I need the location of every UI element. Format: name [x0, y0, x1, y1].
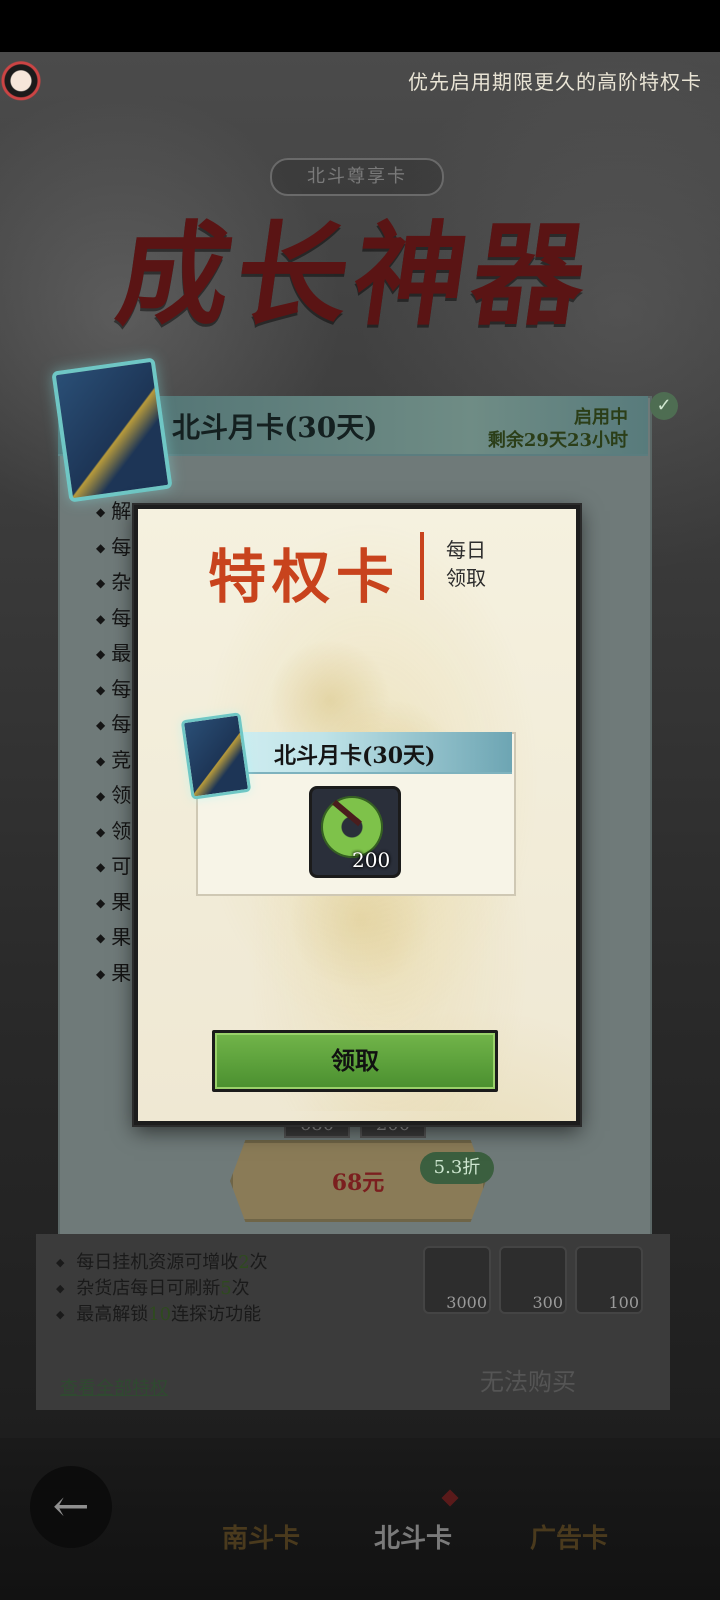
discount-badge: 5.3折	[420, 1152, 494, 1184]
perk-highlight: 5	[220, 1278, 232, 1299]
card-thumbnail	[51, 357, 173, 503]
reward-item-2[interactable]: 300	[499, 1246, 567, 1314]
claim-button[interactable]: 领取	[212, 1030, 498, 1092]
perk-item: 杂货店每日可刷新5次	[56, 1276, 268, 1302]
check-icon: ✓	[650, 392, 678, 420]
modal-subtitle: 每日领取	[446, 538, 486, 590]
cannot-buy-label: 无法购买	[480, 1368, 576, 1396]
perk-highlight: 2	[238, 1252, 250, 1273]
arrow-left-icon: ←	[52, 1481, 90, 1532]
reward-item-count: 100	[608, 1293, 639, 1312]
tab-beidou[interactable]: 北斗卡	[374, 1518, 452, 1555]
reward-item-1[interactable]: 3000	[423, 1246, 491, 1314]
avatar[interactable]	[0, 56, 42, 118]
tab-ads[interactable]: 广告卡	[530, 1518, 608, 1555]
perk-suffix: 次	[249, 1252, 268, 1273]
modal-title: 特权卡	[208, 543, 401, 611]
status-bar	[0, 0, 720, 52]
reward-card-thumbnail	[180, 712, 252, 800]
reward-item-quantity: 200	[352, 848, 391, 872]
modal-divider	[420, 532, 424, 600]
view-all-privileges-link[interactable]: 查看全部特权	[60, 1374, 168, 1400]
hint-text: 优先启用期限更久的高阶特权卡	[408, 70, 702, 94]
tab-nandou[interactable]: 南斗卡	[222, 1518, 300, 1555]
perk-suffix: 次	[231, 1278, 250, 1299]
perk-suffix: 连探访功能	[171, 1304, 262, 1325]
perk-text: 每日挂机资源可增收	[76, 1252, 239, 1273]
big-title: 成长神器	[109, 210, 600, 341]
perk-list: 每日挂机资源可增收2次 杂货店每日可刷新5次 最高解锁10连探访功能	[56, 1250, 268, 1328]
reward-card-title: 北斗月卡(30天)	[274, 743, 436, 769]
perk-item: 最高解锁10连探访功能	[56, 1302, 268, 1328]
card-status-remaining: 剩余29天23小时	[487, 430, 628, 451]
perk-highlight: 10	[148, 1304, 172, 1325]
price-label: 68元	[331, 1170, 385, 1196]
perk-text: 杂货店每日可刷新	[76, 1278, 221, 1299]
reward-item-count: 300	[532, 1293, 563, 1312]
perk-item: 每日挂机资源可增收2次	[56, 1250, 268, 1276]
card-title: 北斗月卡(30天)	[172, 411, 378, 444]
perk-text: 最高解锁	[76, 1304, 149, 1325]
reward-item-3[interactable]: 100	[575, 1246, 643, 1314]
reward-item-count: 3000	[446, 1293, 487, 1312]
back-button[interactable]: ←	[30, 1466, 112, 1548]
